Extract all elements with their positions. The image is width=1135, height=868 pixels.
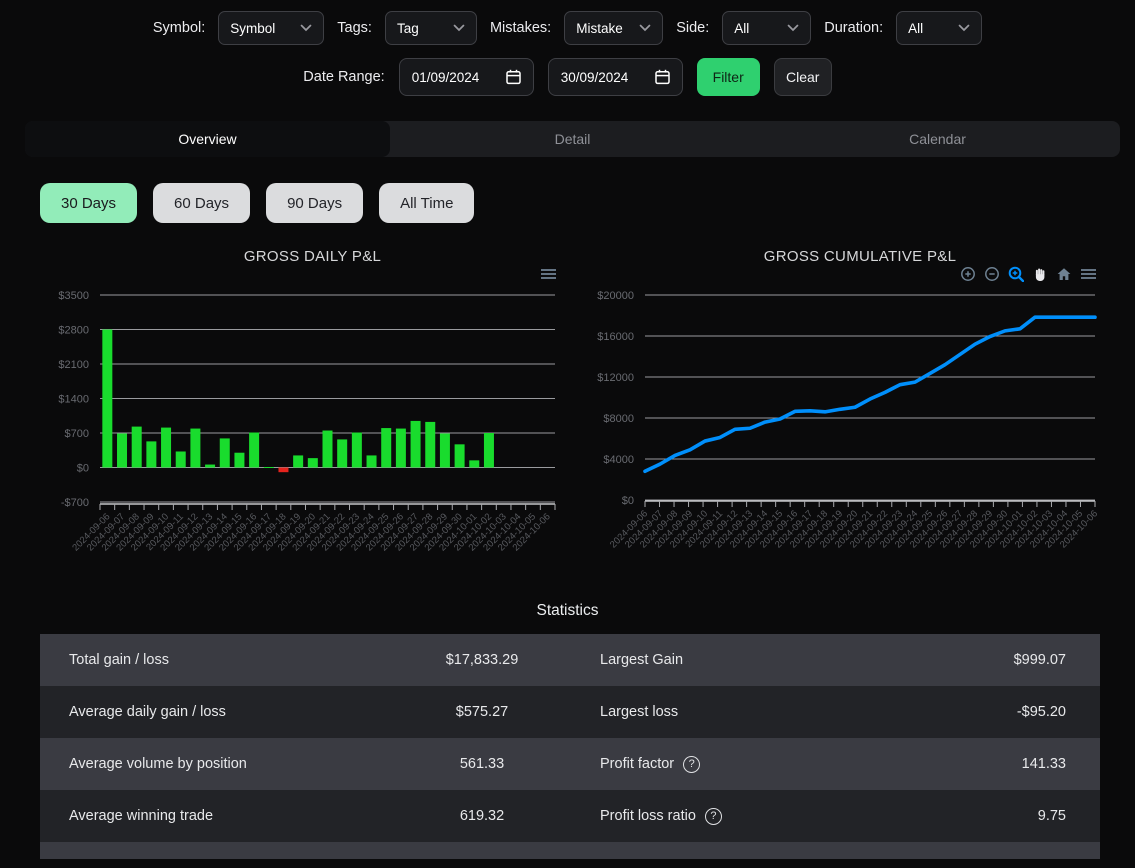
stats-table: Total gain / loss $17,833.29 Largest Gai… <box>40 634 1100 859</box>
calendar-icon[interactable] <box>506 69 521 85</box>
filter-bar: Symbol: Symbol Tags: Tag Mistakes: Mista… <box>0 10 1135 46</box>
svg-text:$1400: $1400 <box>58 394 89 406</box>
charts-section: GROSS DAILY P&L $3500 $2800 $2100 $1400 $700… <box>0 240 1135 572</box>
stat-value: 561.33 <box>364 756 600 772</box>
duration-label: Duration: <box>824 20 883 36</box>
date-from-input[interactable]: 01/09/2024 <box>399 58 534 96</box>
chevron-down-icon <box>787 24 799 32</box>
mistakes-select[interactable]: Mistake <box>564 11 663 45</box>
tags-label: Tags: <box>337 20 372 36</box>
chevron-down-icon <box>639 24 651 32</box>
svg-text:$0: $0 <box>77 463 89 475</box>
filter-button[interactable]: Filter <box>697 58 760 96</box>
stat-label: Total gain / loss <box>40 652 364 668</box>
svg-text:$2100: $2100 <box>58 359 89 371</box>
period-60-days-button[interactable]: 60 Days <box>153 183 250 223</box>
stat-label: Profit factor? <box>600 756 850 773</box>
period-all-time-button[interactable]: All Time <box>379 183 474 223</box>
table-row: Average volume by position 561.33 Profit… <box>40 738 1100 790</box>
menu-icon[interactable] <box>540 266 557 282</box>
stat-label: Average daily gain / loss <box>40 704 364 720</box>
stat-label: Profit loss ratio? <box>600 808 850 825</box>
stat-value: 9.75 <box>850 808 1100 824</box>
stat-value: 619.32 <box>364 808 600 824</box>
cumulative-chart-toolbar <box>960 266 1097 282</box>
svg-text:-$700: -$700 <box>61 497 89 509</box>
stat-value: $575.27 <box>364 704 600 720</box>
svg-text:$4000: $4000 <box>603 454 634 466</box>
stat-value: $17,833.29 <box>364 652 600 668</box>
statistics-heading: Statistics <box>0 602 1135 620</box>
side-select-value: All <box>734 21 749 36</box>
duration-select-value: All <box>908 21 923 36</box>
stat-label: Largest loss <box>600 704 850 720</box>
pan-icon[interactable] <box>1032 266 1049 282</box>
chevron-down-icon <box>300 24 312 32</box>
chevron-down-icon <box>958 24 970 32</box>
stat-label: Average volume by position <box>40 756 364 772</box>
svg-text:$2800: $2800 <box>58 325 89 337</box>
cumulative-pnl-chart-card: GROSS CUMULATIVE P&L $20000 $16000 $12000 $… <box>585 240 1135 572</box>
svg-text:$8000: $8000 <box>603 413 634 425</box>
period-30-days-button[interactable]: 30 Days <box>40 183 137 223</box>
side-select[interactable]: All <box>722 11 811 45</box>
table-row <box>40 842 1100 859</box>
daily-pnl-chart-card: GROSS DAILY P&L $3500 $2800 $2100 $1400 $700… <box>40 240 585 572</box>
help-icon[interactable]: ? <box>705 808 722 825</box>
duration-select[interactable]: All <box>896 11 982 45</box>
svg-text:$700: $700 <box>65 428 89 440</box>
tab-overview[interactable]: Overview <box>25 121 390 157</box>
date-to-value: 30/09/2024 <box>561 70 629 85</box>
period-90-days-button[interactable]: 90 Days <box>266 183 363 223</box>
daily-pnl-chart-title: GROSS DAILY P&L <box>40 248 585 265</box>
mistakes-label: Mistakes: <box>490 20 551 36</box>
help-icon[interactable]: ? <box>683 756 700 773</box>
date-from-value: 01/09/2024 <box>412 70 480 85</box>
tab-detail[interactable]: Detail <box>390 121 755 157</box>
menu-icon[interactable] <box>1080 266 1097 282</box>
cumulative-pnl-chart[interactable]: $20000$16000$12000$8000$4000$02024-09-06… <box>585 267 1135 572</box>
home-icon[interactable] <box>1056 266 1073 282</box>
daily-chart-toolbar <box>540 266 557 282</box>
svg-text:$12000: $12000 <box>597 372 634 384</box>
table-row: Average daily gain / loss $575.27 Larges… <box>40 686 1100 738</box>
selection-zoom-icon[interactable] <box>1008 266 1025 282</box>
stat-value: $999.07 <box>850 652 1100 668</box>
calendar-icon[interactable] <box>655 69 670 85</box>
date-range-bar: Date Range: 01/09/2024 30/09/2024 Filter… <box>0 58 1135 96</box>
svg-text:$3500: $3500 <box>58 290 89 302</box>
stat-label: Largest Gain <box>600 652 850 668</box>
symbol-label: Symbol: <box>153 20 205 36</box>
period-buttons: 30 Days 60 Days 90 Days All Time <box>40 183 1135 223</box>
svg-text:$0: $0 <box>622 495 634 507</box>
stat-value: -$95.20 <box>850 704 1100 720</box>
mistakes-select-value: Mistake <box>576 21 623 36</box>
table-row: Average winning trade 619.32 Profit loss… <box>40 790 1100 842</box>
clear-button[interactable]: Clear <box>774 58 832 96</box>
tags-select[interactable]: Tag <box>385 11 477 45</box>
symbol-select[interactable]: Symbol <box>218 11 324 45</box>
svg-text:$20000: $20000 <box>597 290 634 302</box>
cumulative-pnl-chart-title: GROSS CUMULATIVE P&L <box>585 248 1135 265</box>
stat-label: Average winning trade <box>40 808 364 824</box>
stat-value: 141.33 <box>850 756 1100 772</box>
date-to-input[interactable]: 30/09/2024 <box>548 58 683 96</box>
svg-text:$16000: $16000 <box>597 331 634 343</box>
zoom-in-icon[interactable] <box>960 266 977 282</box>
side-label: Side: <box>676 20 709 36</box>
date-range-label: Date Range: <box>303 69 384 85</box>
zoom-out-icon[interactable] <box>984 266 1001 282</box>
view-tabs: Overview Detail Calendar <box>25 121 1120 157</box>
tags-select-value: Tag <box>397 21 419 36</box>
tab-calendar[interactable]: Calendar <box>755 121 1120 157</box>
symbol-select-value: Symbol <box>230 21 275 36</box>
table-row: Total gain / loss $17,833.29 Largest Gai… <box>40 634 1100 686</box>
chevron-down-icon <box>453 24 465 32</box>
daily-pnl-chart[interactable]: $3500$2800$2100$1400$700$0-$7002024-09-0… <box>40 267 585 572</box>
